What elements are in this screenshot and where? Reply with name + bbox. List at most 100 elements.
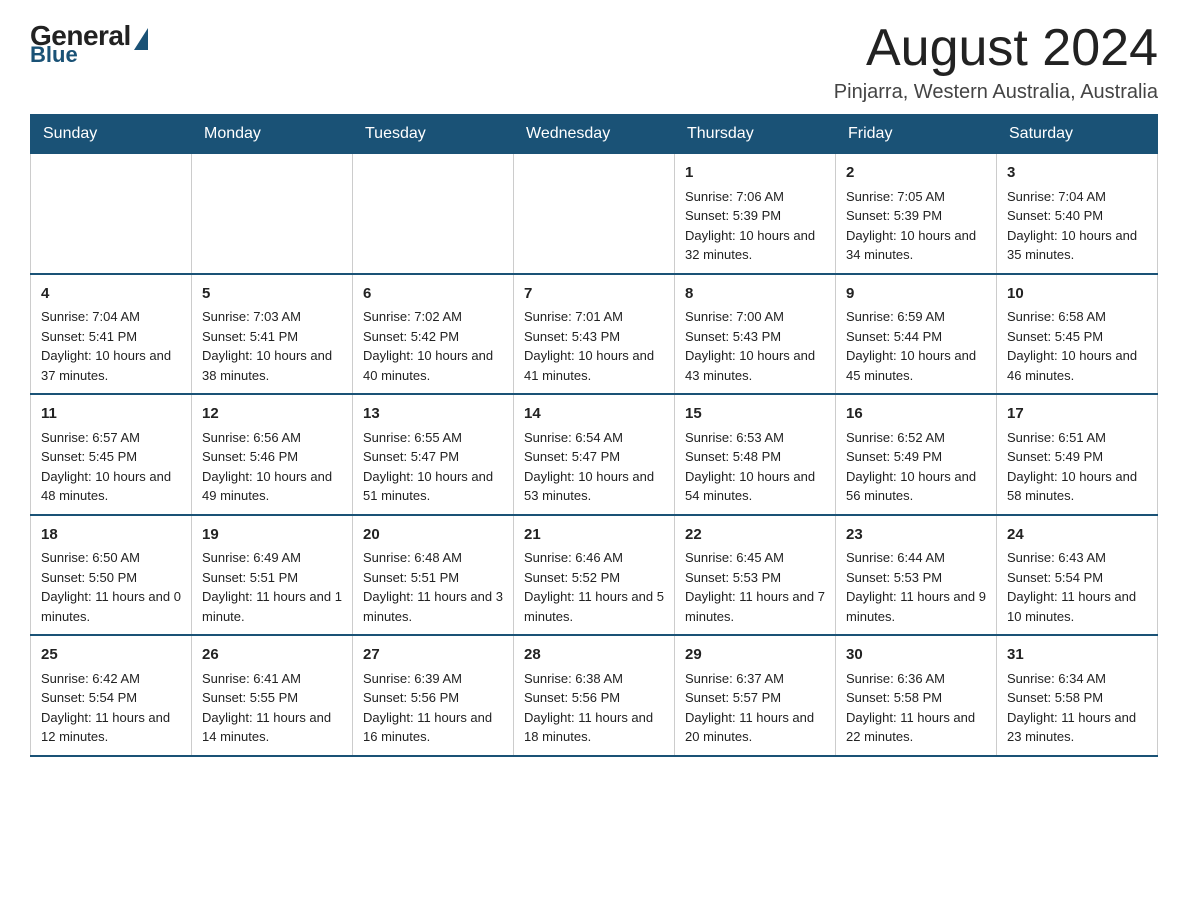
calendar-week-5: 25Sunrise: 6:42 AM Sunset: 5:54 PM Dayli…: [31, 635, 1158, 756]
calendar-cell: 17Sunrise: 6:51 AM Sunset: 5:49 PM Dayli…: [997, 394, 1158, 515]
day-number: 19: [202, 524, 342, 547]
day-number: 26: [202, 644, 342, 667]
day-number: 23: [846, 524, 986, 547]
day-info: Sunrise: 6:53 AM Sunset: 5:48 PM Dayligh…: [685, 428, 825, 506]
calendar-cell: 15Sunrise: 6:53 AM Sunset: 5:48 PM Dayli…: [675, 394, 836, 515]
day-number: 22: [685, 524, 825, 547]
calendar-cell: 31Sunrise: 6:34 AM Sunset: 5:58 PM Dayli…: [997, 635, 1158, 756]
day-number: 16: [846, 403, 986, 426]
header-day-thursday: Thursday: [675, 115, 836, 154]
calendar-cell: 19Sunrise: 6:49 AM Sunset: 5:51 PM Dayli…: [192, 515, 353, 636]
calendar-cell: [514, 154, 675, 274]
day-number: 14: [524, 403, 664, 426]
calendar-cell: 3Sunrise: 7:04 AM Sunset: 5:40 PM Daylig…: [997, 154, 1158, 274]
day-info: Sunrise: 7:01 AM Sunset: 5:43 PM Dayligh…: [524, 307, 664, 385]
day-info: Sunrise: 7:04 AM Sunset: 5:41 PM Dayligh…: [41, 307, 181, 385]
logo-triangle-icon: [134, 28, 148, 50]
calendar-cell: 4Sunrise: 7:04 AM Sunset: 5:41 PM Daylig…: [31, 274, 192, 395]
day-number: 13: [363, 403, 503, 426]
header-day-saturday: Saturday: [997, 115, 1158, 154]
day-number: 15: [685, 403, 825, 426]
calendar-cell: 18Sunrise: 6:50 AM Sunset: 5:50 PM Dayli…: [31, 515, 192, 636]
calendar-cell: [192, 154, 353, 274]
calendar-cell: 23Sunrise: 6:44 AM Sunset: 5:53 PM Dayli…: [836, 515, 997, 636]
calendar-cell: 20Sunrise: 6:48 AM Sunset: 5:51 PM Dayli…: [353, 515, 514, 636]
logo-blue-text: Blue: [30, 42, 78, 68]
calendar-cell: 25Sunrise: 6:42 AM Sunset: 5:54 PM Dayli…: [31, 635, 192, 756]
day-number: 25: [41, 644, 181, 667]
calendar-cell: [31, 154, 192, 274]
day-info: Sunrise: 7:02 AM Sunset: 5:42 PM Dayligh…: [363, 307, 503, 385]
calendar-header: SundayMondayTuesdayWednesdayThursdayFrid…: [31, 115, 1158, 154]
calendar-cell: 21Sunrise: 6:46 AM Sunset: 5:52 PM Dayli…: [514, 515, 675, 636]
day-number: 24: [1007, 524, 1147, 547]
day-info: Sunrise: 6:56 AM Sunset: 5:46 PM Dayligh…: [202, 428, 342, 506]
calendar-week-3: 11Sunrise: 6:57 AM Sunset: 5:45 PM Dayli…: [31, 394, 1158, 515]
calendar-cell: 10Sunrise: 6:58 AM Sunset: 5:45 PM Dayli…: [997, 274, 1158, 395]
day-number: 28: [524, 644, 664, 667]
day-info: Sunrise: 6:46 AM Sunset: 5:52 PM Dayligh…: [524, 548, 664, 626]
day-number: 20: [363, 524, 503, 547]
day-number: 10: [1007, 283, 1147, 306]
day-info: Sunrise: 7:03 AM Sunset: 5:41 PM Dayligh…: [202, 307, 342, 385]
day-info: Sunrise: 7:00 AM Sunset: 5:43 PM Dayligh…: [685, 307, 825, 385]
day-info: Sunrise: 6:58 AM Sunset: 5:45 PM Dayligh…: [1007, 307, 1147, 385]
calendar-cell: 12Sunrise: 6:56 AM Sunset: 5:46 PM Dayli…: [192, 394, 353, 515]
day-number: 17: [1007, 403, 1147, 426]
day-info: Sunrise: 7:05 AM Sunset: 5:39 PM Dayligh…: [846, 187, 986, 265]
title-block: August 2024 Pinjarra, Western Australia,…: [834, 20, 1158, 104]
day-info: Sunrise: 6:45 AM Sunset: 5:53 PM Dayligh…: [685, 548, 825, 626]
day-number: 2: [846, 162, 986, 185]
day-info: Sunrise: 6:34 AM Sunset: 5:58 PM Dayligh…: [1007, 669, 1147, 747]
day-info: Sunrise: 6:38 AM Sunset: 5:56 PM Dayligh…: [524, 669, 664, 747]
day-info: Sunrise: 6:41 AM Sunset: 5:55 PM Dayligh…: [202, 669, 342, 747]
header-day-tuesday: Tuesday: [353, 115, 514, 154]
day-number: 12: [202, 403, 342, 426]
day-info: Sunrise: 6:43 AM Sunset: 5:54 PM Dayligh…: [1007, 548, 1147, 626]
day-number: 1: [685, 162, 825, 185]
day-info: Sunrise: 6:49 AM Sunset: 5:51 PM Dayligh…: [202, 548, 342, 626]
calendar-cell: 6Sunrise: 7:02 AM Sunset: 5:42 PM Daylig…: [353, 274, 514, 395]
day-number: 11: [41, 403, 181, 426]
day-info: Sunrise: 6:54 AM Sunset: 5:47 PM Dayligh…: [524, 428, 664, 506]
location-text: Pinjarra, Western Australia, Australia: [834, 81, 1158, 104]
calendar-cell: 28Sunrise: 6:38 AM Sunset: 5:56 PM Dayli…: [514, 635, 675, 756]
day-info: Sunrise: 6:42 AM Sunset: 5:54 PM Dayligh…: [41, 669, 181, 747]
day-info: Sunrise: 6:57 AM Sunset: 5:45 PM Dayligh…: [41, 428, 181, 506]
calendar-week-2: 4Sunrise: 7:04 AM Sunset: 5:41 PM Daylig…: [31, 274, 1158, 395]
day-info: Sunrise: 6:50 AM Sunset: 5:50 PM Dayligh…: [41, 548, 181, 626]
day-number: 3: [1007, 162, 1147, 185]
calendar-cell: 8Sunrise: 7:00 AM Sunset: 5:43 PM Daylig…: [675, 274, 836, 395]
header-day-wednesday: Wednesday: [514, 115, 675, 154]
calendar-cell: 5Sunrise: 7:03 AM Sunset: 5:41 PM Daylig…: [192, 274, 353, 395]
day-info: Sunrise: 6:48 AM Sunset: 5:51 PM Dayligh…: [363, 548, 503, 626]
header-row: SundayMondayTuesdayWednesdayThursdayFrid…: [31, 115, 1158, 154]
calendar-cell: 14Sunrise: 6:54 AM Sunset: 5:47 PM Dayli…: [514, 394, 675, 515]
calendar-cell: 22Sunrise: 6:45 AM Sunset: 5:53 PM Dayli…: [675, 515, 836, 636]
calendar-cell: 7Sunrise: 7:01 AM Sunset: 5:43 PM Daylig…: [514, 274, 675, 395]
day-number: 30: [846, 644, 986, 667]
calendar-cell: 9Sunrise: 6:59 AM Sunset: 5:44 PM Daylig…: [836, 274, 997, 395]
day-info: Sunrise: 7:06 AM Sunset: 5:39 PM Dayligh…: [685, 187, 825, 265]
calendar-table: SundayMondayTuesdayWednesdayThursdayFrid…: [30, 114, 1158, 757]
calendar-cell: 27Sunrise: 6:39 AM Sunset: 5:56 PM Dayli…: [353, 635, 514, 756]
day-number: 18: [41, 524, 181, 547]
calendar-cell: 29Sunrise: 6:37 AM Sunset: 5:57 PM Dayli…: [675, 635, 836, 756]
calendar-cell: 16Sunrise: 6:52 AM Sunset: 5:49 PM Dayli…: [836, 394, 997, 515]
calendar-week-1: 1Sunrise: 7:06 AM Sunset: 5:39 PM Daylig…: [31, 154, 1158, 274]
day-info: Sunrise: 6:37 AM Sunset: 5:57 PM Dayligh…: [685, 669, 825, 747]
calendar-cell: 24Sunrise: 6:43 AM Sunset: 5:54 PM Dayli…: [997, 515, 1158, 636]
day-info: Sunrise: 6:36 AM Sunset: 5:58 PM Dayligh…: [846, 669, 986, 747]
logo: General Blue: [30, 20, 148, 68]
day-number: 7: [524, 283, 664, 306]
header-day-sunday: Sunday: [31, 115, 192, 154]
day-info: Sunrise: 7:04 AM Sunset: 5:40 PM Dayligh…: [1007, 187, 1147, 265]
day-number: 29: [685, 644, 825, 667]
calendar-week-4: 18Sunrise: 6:50 AM Sunset: 5:50 PM Dayli…: [31, 515, 1158, 636]
day-info: Sunrise: 6:59 AM Sunset: 5:44 PM Dayligh…: [846, 307, 986, 385]
day-number: 5: [202, 283, 342, 306]
month-title: August 2024: [834, 20, 1158, 77]
calendar-cell: 11Sunrise: 6:57 AM Sunset: 5:45 PM Dayli…: [31, 394, 192, 515]
day-number: 4: [41, 283, 181, 306]
day-info: Sunrise: 6:52 AM Sunset: 5:49 PM Dayligh…: [846, 428, 986, 506]
